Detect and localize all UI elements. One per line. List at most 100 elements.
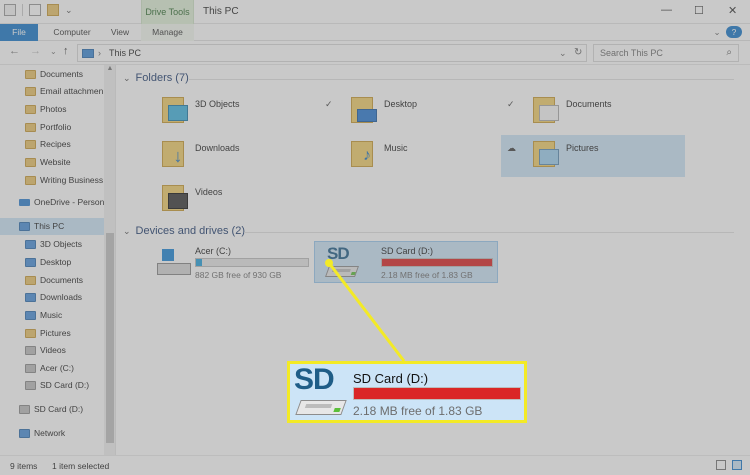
new-folder-icon[interactable] bbox=[47, 4, 59, 16]
sidebar-item-documents[interactable]: Documents bbox=[0, 66, 104, 83]
drive-icon bbox=[25, 364, 36, 373]
sd-logo: SD bbox=[294, 363, 335, 396]
folder-documents[interactable]: ✓ Documents bbox=[507, 93, 701, 131]
drive-usage-bar bbox=[195, 258, 309, 267]
folder-videos[interactable]: Videos bbox=[160, 181, 330, 219]
drive-free-space: 2.18 MB free of 1.83 GB bbox=[381, 270, 473, 280]
videos-folder-icon bbox=[160, 181, 190, 213]
folders-section-header[interactable]: ⌄ Folders (7) bbox=[123, 72, 189, 84]
folder-name: Desktop bbox=[384, 99, 418, 109]
selection-count: 1 item selected bbox=[52, 461, 110, 471]
title-bar: ⌄ Drive Tools This PC — ☐ ✕ bbox=[0, 0, 750, 24]
status-bar: 9 items 1 item selected bbox=[0, 455, 750, 475]
cloud-status-icon: ☁ bbox=[507, 143, 516, 153]
properties-icon[interactable] bbox=[4, 4, 16, 16]
sidebar-item-label: Email attachmen bbox=[40, 86, 104, 96]
sidebar-item-recipes[interactable]: Recipes bbox=[0, 136, 104, 153]
close-button[interactable]: ✕ bbox=[728, 4, 737, 17]
3d-objects-icon bbox=[25, 240, 36, 249]
sidebar-item-network[interactable]: Network bbox=[0, 425, 104, 442]
folder-3d-objects[interactable]: 3D Objects bbox=[160, 93, 330, 131]
section-divider bbox=[189, 79, 734, 80]
folder-pictures[interactable]: ☁ Pictures bbox=[501, 135, 685, 177]
customize-toolbar-icon[interactable]: ⌄ bbox=[65, 5, 73, 16]
sidebar-item-acer-c[interactable]: Acer (C:) bbox=[0, 360, 104, 377]
ribbon-expand-icon[interactable]: ⌄ bbox=[710, 24, 724, 41]
sidebar-item-label: Recipes bbox=[40, 139, 71, 149]
documents-folder-icon bbox=[531, 93, 561, 125]
folder-icon bbox=[25, 105, 36, 114]
sd-logo: SD bbox=[327, 244, 350, 263]
folder-downloads[interactable]: ↓ Downloads bbox=[160, 137, 330, 175]
sidebar-item-website[interactable]: Website bbox=[0, 154, 104, 171]
folder-icon bbox=[25, 123, 36, 132]
address-bar[interactable]: › This PC ⌄ ↻ bbox=[77, 44, 587, 62]
collapse-chevron-icon[interactable]: ⌄ bbox=[123, 73, 131, 83]
search-box[interactable]: Search This PC ⌕ bbox=[593, 44, 739, 62]
folder-icon bbox=[25, 70, 36, 79]
collapse-chevron-icon[interactable]: ⌄ bbox=[123, 226, 131, 236]
sidebar-item-writing-business[interactable]: Writing Business bbox=[0, 172, 104, 189]
sidebar-item-portfolio[interactable]: Portfolio bbox=[0, 119, 104, 136]
sidebar-item-pictures[interactable]: Pictures bbox=[0, 325, 104, 342]
forward-button[interactable]: → bbox=[30, 45, 41, 57]
scroll-up-icon[interactable]: ▲ bbox=[104, 65, 115, 72]
tab-computer[interactable]: Computer bbox=[46, 24, 98, 41]
ribbon-tabs: File Computer View Manage ⌄ ? bbox=[0, 24, 750, 41]
help-icon[interactable]: ? bbox=[726, 26, 742, 38]
address-dropdown-icon[interactable]: ⌄ bbox=[559, 48, 567, 59]
tab-file[interactable]: File bbox=[0, 24, 38, 41]
sidebar-item-music[interactable]: Music bbox=[0, 307, 104, 324]
sidebar-item-onedrive[interactable]: OneDrive - Person bbox=[0, 194, 104, 211]
drive-name: Acer (C:) bbox=[195, 246, 231, 256]
zoom-usage-fill bbox=[354, 388, 520, 399]
details-view-icon[interactable] bbox=[716, 460, 726, 470]
downloads-folder-icon: ↓ bbox=[160, 137, 190, 169]
maximize-button[interactable]: ☐ bbox=[694, 4, 704, 17]
sidebar-item-sd-card-d[interactable]: SD Card (D:) bbox=[0, 377, 104, 394]
sidebar-item-label: SD Card (D:) bbox=[34, 404, 84, 414]
drive-tools-context-tab[interactable]: Drive Tools bbox=[141, 0, 194, 24]
folder-music[interactable]: ♪ Music bbox=[349, 137, 519, 175]
sd-card-icon bbox=[25, 381, 36, 390]
sidebar-item-photos[interactable]: Photos bbox=[0, 101, 104, 118]
sidebar-item-label: Downloads bbox=[40, 292, 83, 302]
sidebar-scrollbar-thumb[interactable] bbox=[106, 233, 114, 443]
sidebar-item-label: Pictures bbox=[40, 328, 71, 338]
refresh-icon[interactable]: ↻ bbox=[574, 47, 582, 58]
minimize-button[interactable]: — bbox=[661, 4, 672, 16]
breadcrumb-this-pc[interactable]: This PC bbox=[109, 48, 141, 58]
tab-view[interactable]: View bbox=[104, 24, 136, 41]
sidebar-item-sd-card-d-root[interactable]: SD Card (D:) bbox=[0, 401, 104, 418]
drive-sd-card-d[interactable]: SD SD Card (D:) 2.18 MB free of 1.83 GB bbox=[314, 241, 498, 283]
navigation-pane[interactable]: Documents Email attachmen Photos Portfol… bbox=[0, 65, 116, 455]
drive-acer-c[interactable]: Acer (C:) 882 GB free of 930 GB bbox=[153, 243, 313, 285]
drive-free-space: 882 GB free of 930 GB bbox=[195, 270, 282, 280]
up-button[interactable]: ↑ bbox=[63, 45, 69, 57]
sidebar-item-desktop[interactable]: Desktop bbox=[0, 254, 104, 271]
sidebar-item-downloads[interactable]: Downloads bbox=[0, 289, 104, 306]
sidebar-item-email-attachments[interactable]: Email attachmen bbox=[0, 83, 104, 100]
folder-desktop[interactable]: ✓ Desktop bbox=[325, 93, 519, 131]
recent-locations-button[interactable]: ⌄ bbox=[50, 47, 57, 56]
sidebar-item-label: Photos bbox=[40, 104, 67, 114]
tab-manage[interactable]: Manage bbox=[141, 24, 194, 41]
window-title: This PC bbox=[203, 6, 239, 17]
drive-usage-fill bbox=[196, 259, 202, 266]
sd-card-icon bbox=[295, 400, 347, 415]
sidebar-item-videos[interactable]: Videos bbox=[0, 342, 104, 359]
sidebar-item-this-pc[interactable]: This PC bbox=[0, 218, 104, 235]
back-button[interactable]: ← bbox=[9, 45, 20, 57]
large-icons-view-icon[interactable] bbox=[732, 460, 742, 470]
sidebar-item-3d-objects[interactable]: 3D Objects bbox=[0, 236, 104, 253]
folder-icon bbox=[25, 176, 36, 185]
sidebar-item-label: Website bbox=[40, 157, 71, 167]
sd-card-icon bbox=[19, 405, 30, 414]
folder-name: Pictures bbox=[566, 143, 599, 153]
sidebar-item-label: Desktop bbox=[40, 257, 72, 267]
folder-name: Downloads bbox=[195, 143, 240, 153]
zoom-callout: SD SD Card (D:) 2.18 MB free of 1.83 GB bbox=[287, 361, 527, 423]
sidebar-item-documents-2[interactable]: Documents bbox=[0, 272, 104, 289]
checkmark-icon[interactable] bbox=[29, 4, 41, 16]
drives-section-header[interactable]: ⌄ Devices and drives (2) bbox=[123, 225, 245, 237]
